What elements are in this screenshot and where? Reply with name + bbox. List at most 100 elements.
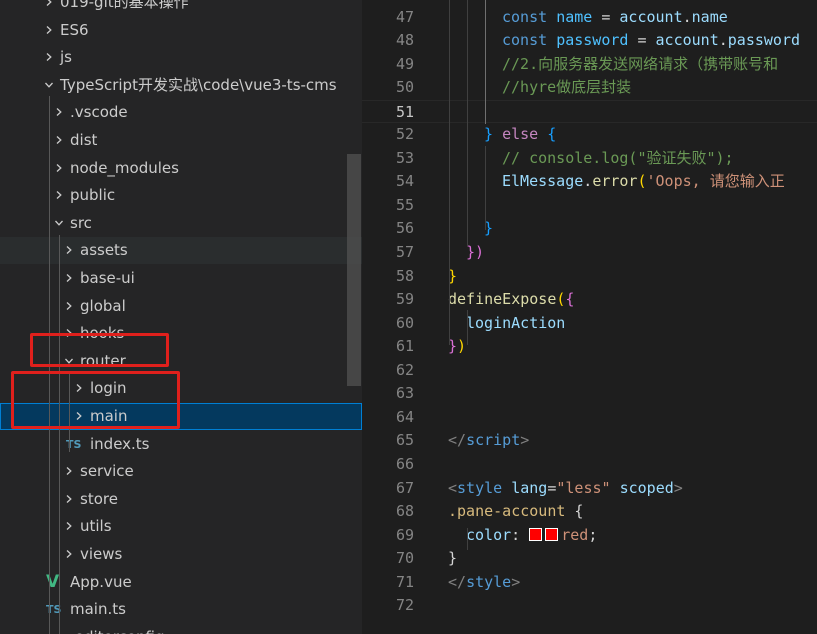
color-swatch-icon[interactable] bbox=[529, 527, 543, 541]
code-line[interactable]: 61}) bbox=[362, 335, 817, 359]
tree-item-label: assets bbox=[80, 241, 128, 260]
tree-file-editorconfig[interactable]: ≡ .editorconfig bbox=[0, 624, 362, 634]
line-number: 50 bbox=[395, 78, 414, 97]
code-line[interactable]: 71 </style> bbox=[362, 571, 817, 595]
code-token: } bbox=[448, 549, 458, 568]
code-line[interactable]: 72 bbox=[362, 594, 817, 618]
code-token: red bbox=[561, 525, 589, 544]
code-line[interactable]: 47 const name = account.name bbox=[362, 6, 817, 30]
code-line[interactable]: 55 bbox=[362, 194, 817, 218]
code-line[interactable]: 64 bbox=[362, 406, 817, 430]
code-line[interactable]: 58} bbox=[362, 265, 817, 289]
code-token: } bbox=[484, 125, 494, 144]
code-token: account bbox=[655, 31, 719, 50]
tree-folder-node-modules[interactable]: node_modules bbox=[0, 155, 362, 182]
code-text: </style> bbox=[448, 571, 520, 595]
code-token: .pane-account bbox=[448, 502, 566, 521]
chevron-right-icon bbox=[64, 245, 74, 255]
code-text: .pane-account { bbox=[448, 500, 583, 524]
code-text: ElMessage.error('Oops, 请您输入正 bbox=[502, 170, 785, 194]
code-token: . bbox=[682, 7, 692, 26]
code-token: error bbox=[592, 172, 638, 191]
code-token: const bbox=[502, 31, 548, 50]
tree-folder-dist[interactable]: dist bbox=[0, 127, 362, 154]
indent-guide bbox=[485, 146, 486, 230]
code-text: loginAction bbox=[466, 312, 565, 336]
tree-item-label: App.vue bbox=[70, 572, 132, 591]
tree-folder-public[interactable]: public bbox=[0, 182, 362, 209]
line-number: 56 bbox=[395, 219, 414, 238]
tree-folder-service[interactable]: service bbox=[0, 458, 362, 485]
tree-file-index-ts[interactable]: TS index.ts bbox=[0, 431, 362, 458]
code-token: style bbox=[466, 572, 512, 591]
tree-item-label: service bbox=[80, 462, 134, 481]
vue-file-icon: V bbox=[46, 571, 60, 592]
code-token: > bbox=[520, 431, 530, 450]
code-line[interactable]: 63 bbox=[362, 382, 817, 406]
code-line[interactable]: 59 defineExpose({ bbox=[362, 288, 817, 312]
chevron-right-icon bbox=[64, 521, 74, 531]
chevron-right-icon bbox=[64, 301, 74, 311]
code-token: name bbox=[556, 7, 593, 26]
tree-folder-assets[interactable]: assets bbox=[0, 237, 362, 265]
chevron-down-icon bbox=[54, 218, 64, 228]
code-line[interactable]: 50 //hyre做底层封装 bbox=[362, 76, 817, 100]
code-line[interactable]: 62 bbox=[362, 359, 817, 383]
line-number: 49 bbox=[395, 54, 414, 73]
tree-folder-base-ui[interactable]: base-ui bbox=[0, 265, 362, 292]
explorer-scrollbar[interactable] bbox=[347, 154, 361, 386]
code-token: script bbox=[466, 431, 521, 450]
tree-file-app-vue[interactable]: V App.vue bbox=[0, 569, 362, 596]
line-number: 48 bbox=[395, 31, 414, 50]
code-editor[interactable]: 47 const name = account.name 48 const passw… bbox=[362, 0, 817, 634]
tree-item-label: .editorconfig bbox=[70, 624, 164, 634]
tree-item-label: 019-git的基本操作 bbox=[60, 0, 189, 11]
code-token: "less" bbox=[556, 478, 611, 497]
tree-folder-typescript-code-vue3-ts-cms[interactable]: TypeScript开发实战\code\vue3-ts-cms bbox=[0, 72, 362, 99]
code-line[interactable]: 67 <style lang="less" scoped> bbox=[362, 477, 817, 501]
code-token: name bbox=[691, 7, 728, 26]
chevron-right-icon bbox=[54, 107, 64, 117]
code-token: account bbox=[619, 7, 683, 26]
code-line[interactable]: 56} bbox=[362, 217, 817, 241]
tree-folder-store[interactable]: store bbox=[0, 486, 362, 513]
code-line[interactable]: 66 bbox=[362, 453, 817, 477]
code-line[interactable]: 52} else { bbox=[362, 123, 817, 147]
chevron-right-icon bbox=[64, 273, 74, 283]
tree-folder-views[interactable]: views bbox=[0, 541, 362, 568]
tree-folder-019-git[interactable]: 019-git的基本操作 bbox=[0, 0, 362, 16]
code-line[interactable]: 53 // console.log("验证失败"); bbox=[362, 147, 817, 171]
code-line[interactable]: 65 </script> bbox=[362, 429, 817, 453]
code-token: 'Oops, 请您输入正 bbox=[646, 172, 785, 191]
code-line[interactable]: 68 .pane-account { bbox=[362, 500, 817, 524]
code-token: </ bbox=[448, 572, 467, 591]
line-number: 65 bbox=[395, 431, 414, 450]
tree-folder-utils[interactable]: utils bbox=[0, 513, 362, 540]
code-line[interactable]: 57}) bbox=[362, 241, 817, 265]
code-token: { bbox=[547, 125, 557, 144]
tree-folder-global[interactable]: global bbox=[0, 293, 362, 320]
tree-folder-es6[interactable]: ES6 bbox=[0, 17, 362, 44]
tree-item-label: views bbox=[80, 545, 123, 563]
tree-folder-src[interactable]: src bbox=[0, 210, 362, 237]
color-swatch-icon[interactable] bbox=[545, 527, 559, 541]
code-line[interactable]: 70} bbox=[362, 547, 817, 571]
line-number: 71 bbox=[395, 572, 414, 591]
code-line[interactable]: 54 ElMessage.error('Oops, 请您输入正 bbox=[362, 170, 817, 194]
code-token: style bbox=[457, 478, 503, 497]
code-token: }) bbox=[466, 243, 485, 261]
line-number: 63 bbox=[395, 384, 414, 403]
code-line[interactable]: 48 const password = account.password bbox=[362, 29, 817, 53]
tree-folder-js[interactable]: js bbox=[0, 44, 362, 71]
tree-folder-vscode[interactable]: .vscode bbox=[0, 99, 362, 126]
tree-item-label: dist bbox=[70, 131, 98, 149]
line-number: 52 bbox=[395, 125, 414, 144]
code-line[interactable]: 60 loginAction bbox=[362, 312, 817, 336]
tree-file-main-ts[interactable]: TS main.ts bbox=[0, 596, 362, 623]
code-line[interactable]: 51 bbox=[362, 99, 817, 124]
code-line[interactable]: 49 //2.向服务器发送网络请求（携带账号和 bbox=[362, 53, 817, 77]
line-number: 55 bbox=[395, 195, 414, 214]
code-line[interactable]: 69 color: red; bbox=[362, 524, 817, 548]
